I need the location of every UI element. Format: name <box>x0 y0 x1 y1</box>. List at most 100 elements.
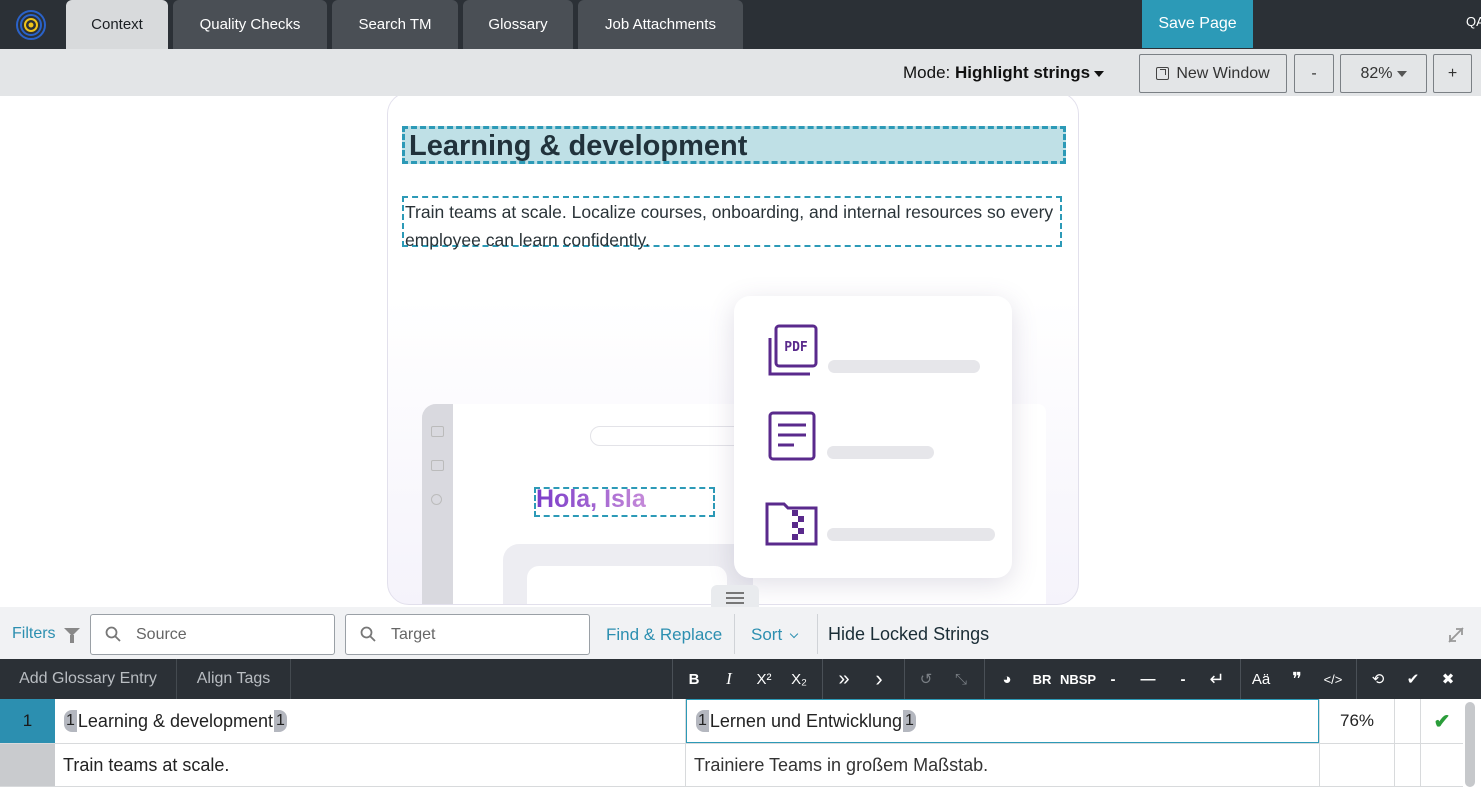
confirm-button[interactable]: ✔ <box>1396 659 1430 699</box>
collapse-icon[interactable] <box>1447 626 1465 644</box>
tab-glossary[interactable]: Glossary <box>463 0 573 49</box>
save-page-button[interactable]: Save Page <box>1142 0 1253 48</box>
divider <box>1240 659 1241 699</box>
table-row[interactable]: Train teams at scale. Trainiere Teams in… <box>0 744 1463 787</box>
find-replace-link[interactable]: Find & Replace <box>606 625 722 645</box>
match-score <box>1319 744 1395 786</box>
home-icon <box>431 426 444 437</box>
divider <box>822 659 823 699</box>
insert-br-button[interactable]: BR <box>1025 659 1059 699</box>
caret-down-icon <box>1094 70 1105 77</box>
mode-selector[interactable]: Mode: Highlight strings <box>903 63 1105 83</box>
context-preview: Learning & development Train teams at sc… <box>0 96 1481 607</box>
source-text: Train teams at scale. <box>63 754 230 775</box>
add-glossary-entry-button[interactable]: Add Glossary Entry <box>0 659 177 699</box>
placeholder-line <box>828 360 980 373</box>
divider <box>672 659 673 699</box>
sort-dropdown[interactable]: Sort <box>751 625 799 645</box>
target-search-input[interactable] <box>345 614 590 655</box>
qa-tab-stub[interactable]: QA <box>1466 14 1481 29</box>
preview-body: Train teams at scale. Localize courses, … <box>405 202 1054 250</box>
tab-job-attachments[interactable]: Job Attachments <box>578 0 743 49</box>
filters-button[interactable]: Filters <box>12 625 56 643</box>
vertical-scrollbar[interactable] <box>1465 702 1475 787</box>
tag-marker[interactable]: 1 <box>274 710 287 732</box>
tab-context[interactable]: Context <box>66 0 168 49</box>
settings-icon <box>431 494 442 505</box>
divider <box>904 659 905 699</box>
superscript-button[interactable]: X² <box>747 659 781 699</box>
files-card: PDF <box>734 296 1012 578</box>
tab-search-tm[interactable]: Search TM <box>332 0 458 49</box>
insert-hyphen-button[interactable]: - <box>1096 659 1130 699</box>
row-number[interactable] <box>0 744 55 786</box>
tag-marker[interactable]: 1 <box>64 710 77 732</box>
preview-title: Learning & development <box>409 130 748 162</box>
external-window-icon <box>1156 67 1170 80</box>
expand-button[interactable]: ⤡ <box>944 659 978 699</box>
app-logo-icon[interactable] <box>14 8 48 40</box>
target-text[interactable]: Lernen und Entwicklung <box>710 711 902 732</box>
match-score: 76% <box>1319 699 1395 743</box>
new-window-label: New Window <box>1176 64 1270 82</box>
source-search-input[interactable] <box>90 614 335 655</box>
status-cell[interactable] <box>1421 744 1463 786</box>
placeholder-line <box>827 528 995 541</box>
placeholder-line <box>827 446 934 459</box>
funnel-icon[interactable] <box>64 628 80 643</box>
row-spacer-cell <box>1395 744 1421 786</box>
drag-handle-icon <box>726 592 744 604</box>
code-view-button[interactable]: </> <box>1316 659 1350 699</box>
target-text[interactable]: Trainiere Teams in großem Maßstab. <box>694 755 988 776</box>
divider <box>734 614 735 654</box>
new-window-button[interactable]: New Window <box>1139 54 1287 93</box>
globe-icon[interactable]: ◕ <box>990 659 1024 699</box>
undo-button[interactable]: ↺ <box>909 659 943 699</box>
pdf-file-icon: PDF <box>768 324 818 376</box>
align-tags-button[interactable]: Align Tags <box>177 659 291 699</box>
subscript-button[interactable]: X₂ <box>782 659 816 699</box>
pdf-label: PDF <box>784 340 808 355</box>
bold-button[interactable]: B <box>677 659 711 699</box>
tag-marker[interactable]: 1 <box>696 710 709 732</box>
insert-en-dash-button[interactable]: - <box>1166 659 1200 699</box>
next-tag-button[interactable]: › <box>862 659 896 699</box>
table-row[interactable]: 1 1 Learning & development 1 1 Lernen und E… <box>0 699 1463 744</box>
highlighted-string-body[interactable]: Train teams at scale. Localize courses, … <box>402 196 1062 250</box>
insert-nbsp-button[interactable]: NBSP <box>1058 659 1098 699</box>
row-number[interactable]: 1 <box>0 699 55 743</box>
check-icon[interactable]: ✔ <box>1421 699 1463 743</box>
divider <box>1356 659 1357 699</box>
target-cell[interactable]: Trainiere Teams in großem Maßstab. <box>686 744 1319 786</box>
source-cell: 1 Learning & development 1 <box>55 699 686 743</box>
insert-return-button[interactable]: ↵ <box>1200 659 1234 699</box>
reject-button[interactable]: ✖ <box>1431 659 1465 699</box>
zoom-value: 82% <box>1360 64 1393 82</box>
source-text: Learning & development <box>77 710 274 731</box>
italic-button[interactable]: I <box>712 659 746 699</box>
divider <box>817 614 818 654</box>
row-spacer-cell <box>1395 699 1421 743</box>
highlighted-string-title[interactable]: Learning & development <box>402 126 1066 164</box>
caret-down-icon <box>1396 70 1407 77</box>
special-characters-button[interactable]: Aä <box>1244 659 1278 699</box>
zoom-in-button[interactable]: + <box>1433 54 1472 93</box>
zoom-out-button[interactable]: - <box>1294 54 1334 93</box>
highlighted-string-greeting[interactable]: Hola, Isla <box>534 485 715 517</box>
tab-quality-checks[interactable]: Quality Checks <box>173 0 327 49</box>
tag-marker[interactable]: 1 <box>903 710 916 732</box>
search-icon <box>360 626 376 642</box>
video-icon <box>431 460 444 471</box>
history-button[interactable]: ⟲ <box>1361 659 1395 699</box>
document-icon <box>768 411 816 461</box>
source-cell: Train teams at scale. <box>55 744 686 786</box>
zoom-select[interactable]: 82% <box>1340 54 1427 93</box>
sort-label: Sort <box>751 625 783 644</box>
hide-locked-strings-toggle[interactable]: Hide Locked Strings <box>828 624 989 645</box>
target-cell[interactable]: 1 Lernen und Entwicklung 1 <box>686 699 1319 743</box>
device-sidebar <box>422 404 453 604</box>
preview-card: Learning & development Train teams at sc… <box>387 96 1079 605</box>
quote-button[interactable]: ❞ <box>1280 659 1314 699</box>
insert-em-dash-button[interactable]: — <box>1131 659 1165 699</box>
next-string-button[interactable]: » <box>827 659 861 699</box>
